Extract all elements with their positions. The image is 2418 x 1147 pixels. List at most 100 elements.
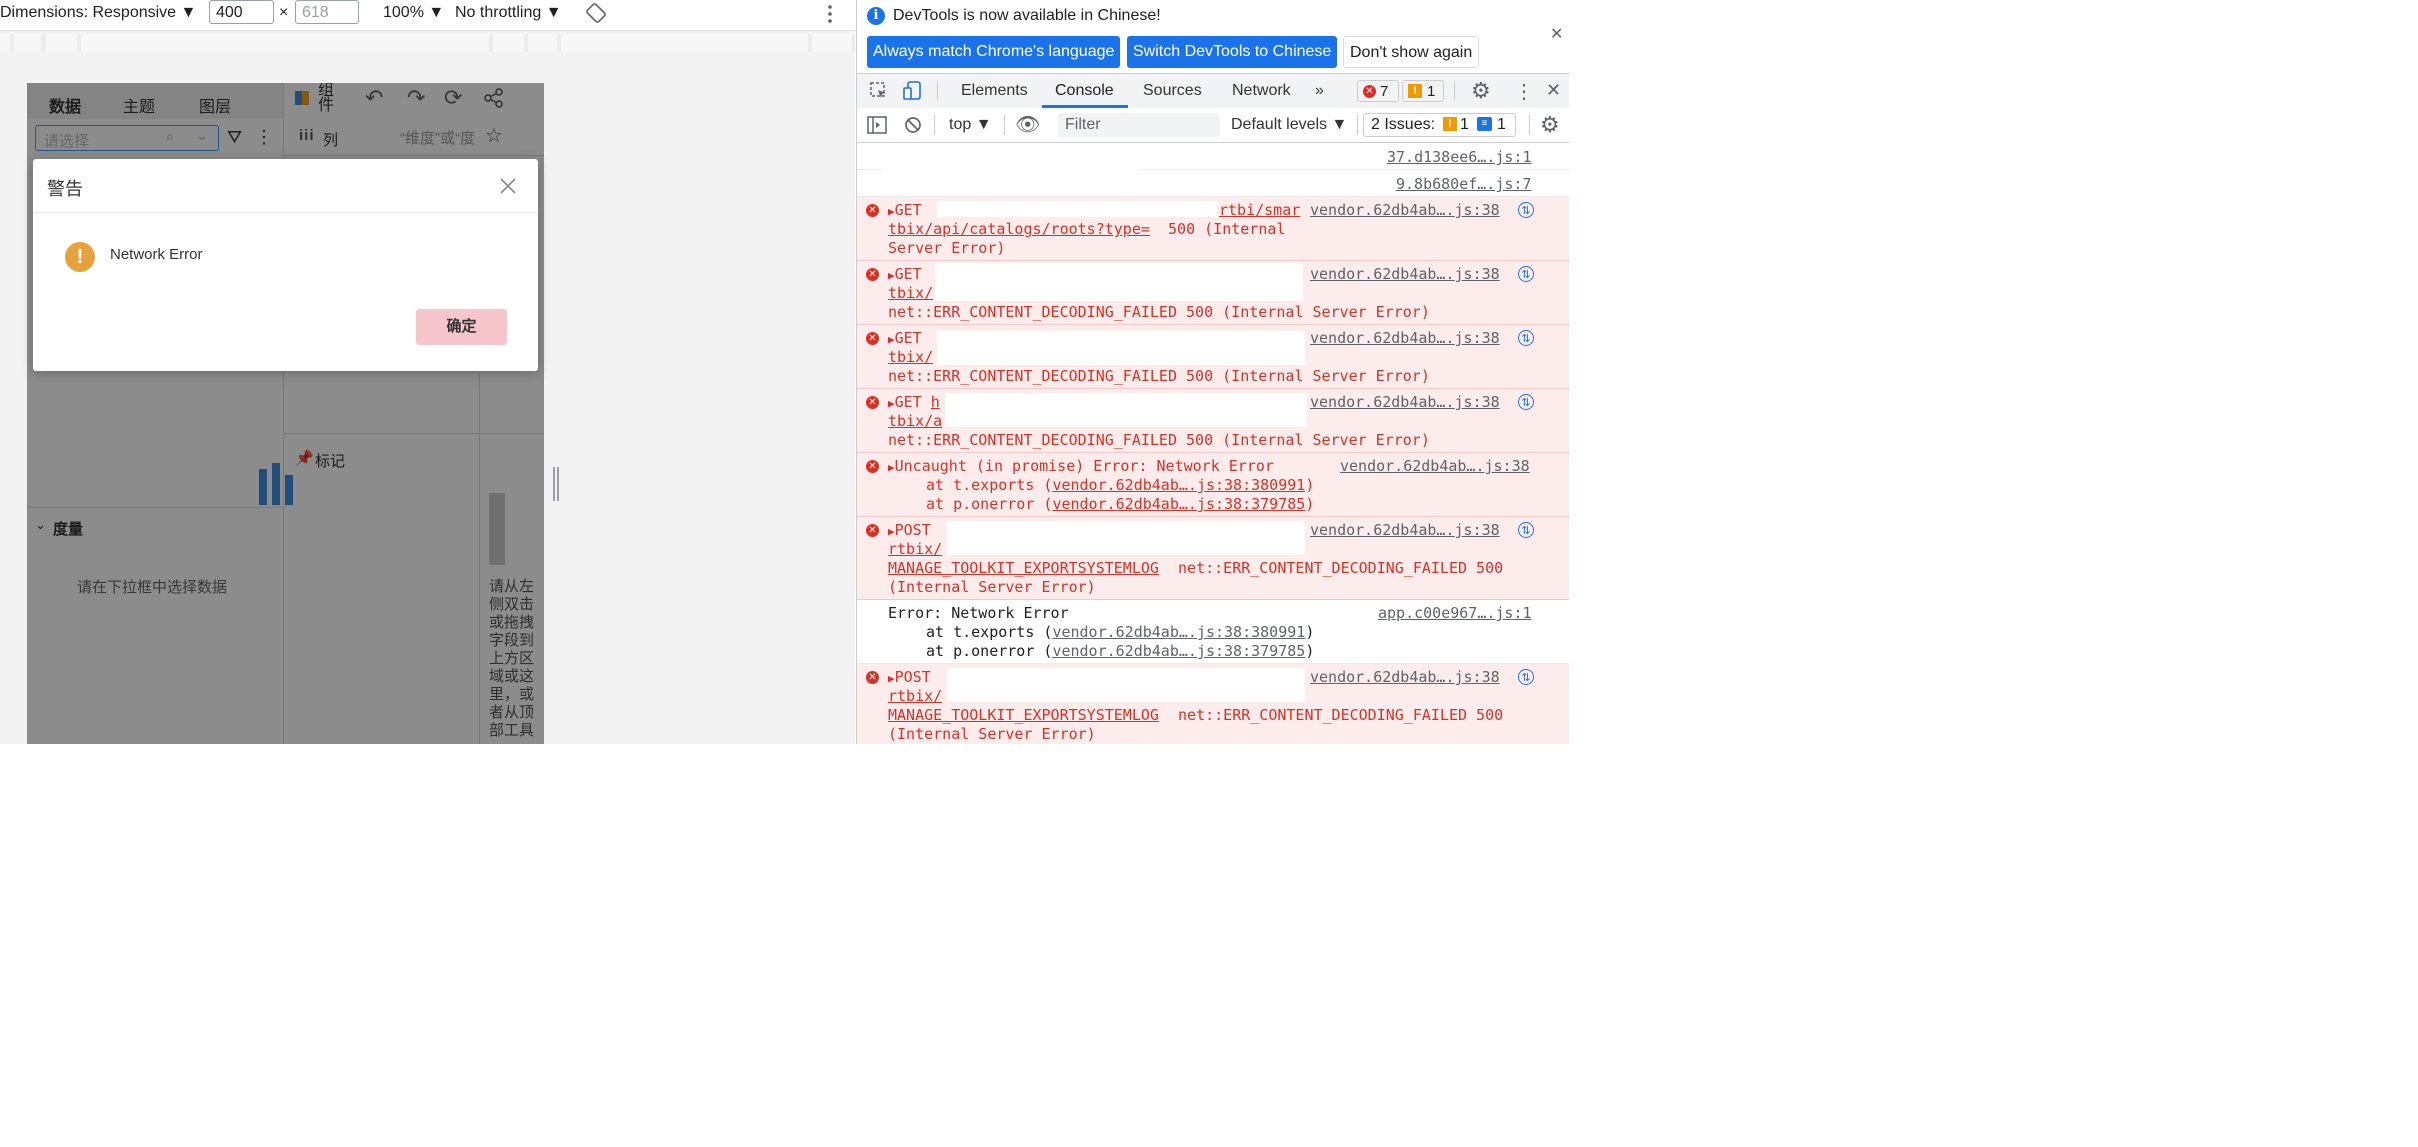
- source-link[interactable]: vendor.62db4ab….js:38: [1310, 668, 1500, 687]
- settings-gear-icon[interactable]: ⚙: [1471, 78, 1491, 104]
- source-link[interactable]: 37.d138ee6….js:1: [1387, 148, 1532, 167]
- filter-input[interactable]: Filter: [1058, 113, 1220, 137]
- dont-show-again-button[interactable]: Don't show again: [1343, 36, 1480, 68]
- error-icon: ✕: [866, 268, 879, 281]
- tab-sources[interactable]: Sources: [1143, 82, 1202, 100]
- source-link[interactable]: vendor.62db4ab….js:38: [1310, 521, 1500, 540]
- network-request-icon[interactable]: ⇅: [1518, 522, 1534, 538]
- redaction: [947, 668, 1305, 702]
- expand-triangle-icon[interactable]: ▶: [888, 672, 895, 685]
- error-text: (Internal Server Error): [888, 578, 1096, 596]
- expand-triangle-icon[interactable]: ▶: [888, 461, 895, 474]
- dimensions-dropdown[interactable]: Dimensions: Responsive ▼: [0, 4, 196, 22]
- inspect-element-icon[interactable]: [869, 81, 889, 101]
- issues-button[interactable]: 2 Issues: ! 1 ≡ 1: [1363, 113, 1516, 137]
- dialog-message: Network Error: [110, 246, 203, 263]
- confirm-button[interactable]: 确定: [416, 309, 507, 345]
- infobar-close-icon[interactable]: ✕: [1550, 24, 1563, 44]
- zoom-dropdown[interactable]: 100% ▼: [383, 4, 444, 22]
- error-text: net::ERR_CONTENT_DECODING_FAILED 500: [1169, 559, 1504, 577]
- source-link[interactable]: 9.8b680ef….js:7: [1396, 175, 1531, 194]
- tab-elements[interactable]: Elements: [961, 82, 1028, 100]
- source-link[interactable]: vendor.62db4ab….js:38: [1310, 265, 1500, 284]
- stack-link[interactable]: vendor.62db4ab….js:38:380991: [1052, 623, 1305, 641]
- network-request-icon[interactable]: ⇅: [1518, 266, 1534, 282]
- paren: ): [1305, 476, 1315, 494]
- errors-counter[interactable]: ✕ 7: [1357, 80, 1399, 102]
- expand-triangle-icon[interactable]: ▶: [888, 269, 895, 282]
- network-request-icon[interactable]: ⇅: [1518, 394, 1534, 410]
- request-url[interactable]: tbix/a: [888, 412, 942, 431]
- log-levels-dropdown[interactable]: Default levels ▼: [1231, 116, 1347, 134]
- error-text: Uncaught (in promise) Error: Network Err…: [894, 457, 1274, 475]
- height-input[interactable]: 618: [295, 0, 359, 24]
- network-request-icon[interactable]: ⇅: [1518, 202, 1534, 218]
- issues-info-icon: ≡: [1477, 117, 1492, 131]
- tab-network[interactable]: Network: [1232, 82, 1291, 100]
- error-text: (Internal Server Error): [888, 725, 1096, 743]
- error-icon: ✕: [866, 396, 879, 409]
- live-expression-eye-icon[interactable]: 👁: [1015, 112, 1040, 137]
- request-url[interactable]: rtbi/smar: [1219, 201, 1300, 220]
- issues-info-count: 1: [1497, 116, 1506, 133]
- times-sign: ×: [279, 4, 289, 21]
- throttling-dropdown[interactable]: No throttling ▼: [455, 4, 562, 22]
- source-link[interactable]: app.c00e967….js:1: [1378, 604, 1532, 623]
- log-row: Error: Network Error app.c00e967….js:1 a…: [857, 600, 1569, 664]
- console-settings-icon[interactable]: ⚙: [1540, 112, 1560, 138]
- sidebar-toggle-icon[interactable]: [867, 116, 887, 134]
- stack-link[interactable]: vendor.62db4ab….js:38:380991: [1052, 476, 1305, 494]
- network-request-icon[interactable]: ⇅: [1518, 330, 1534, 346]
- expand-triangle-icon[interactable]: ▶: [888, 205, 895, 218]
- resize-handle[interactable]: [553, 467, 559, 501]
- more-tabs-icon[interactable]: »: [1315, 82, 1324, 100]
- request-url[interactable]: tbix/api/catalogs/roots?type=: [888, 220, 1150, 239]
- tab-console[interactable]: Console: [1055, 82, 1114, 100]
- status-text: 500 (Internal: [1159, 220, 1286, 238]
- expand-triangle-icon[interactable]: ▶: [888, 397, 895, 410]
- error-text: net::ERR_CONTENT_DECODING_FAILED 500 (In…: [888, 303, 1430, 321]
- rotate-icon[interactable]: [586, 3, 606, 23]
- close-icon[interactable]: [497, 175, 519, 197]
- device-emulation-pane: Dimensions: Responsive ▼ 400 × 618 100% …: [0, 0, 855, 744]
- request-url[interactable]: tbix/: [888, 284, 933, 303]
- clear-console-icon[interactable]: [904, 116, 922, 134]
- source-link[interactable]: vendor.62db4ab….js:38: [1310, 329, 1500, 348]
- device-toolbar-icon[interactable]: [902, 80, 924, 102]
- source-link[interactable]: vendor.62db4ab….js:38: [1340, 457, 1530, 476]
- device-toolbar: Dimensions: Responsive ▼ 400 × 618 100% …: [0, 0, 855, 31]
- method: POST: [894, 668, 931, 686]
- error-icon: ✕: [866, 460, 879, 473]
- network-request-icon[interactable]: ⇅: [1518, 669, 1534, 685]
- request-url[interactable]: MANAGE_TOOLKIT_EXPORTSYSTEMLOG: [888, 559, 1159, 578]
- redaction: [947, 521, 1305, 555]
- error-row: ✕ ▶Uncaught (in promise) Error: Network …: [857, 453, 1569, 517]
- close-devtools-icon[interactable]: ✕: [1546, 80, 1561, 101]
- switch-to-chinese-button[interactable]: Switch DevTools to Chinese: [1127, 36, 1338, 68]
- method: GET: [894, 201, 922, 219]
- request-url[interactable]: tbix/: [888, 348, 933, 367]
- stack-link[interactable]: vendor.62db4ab….js:38:379785: [1052, 495, 1305, 513]
- console-log: 37.d138ee6….js:1 9.8b680ef….js:7 ✕ ▶GET …: [857, 143, 1569, 744]
- source-link[interactable]: vendor.62db4ab….js:38: [1310, 393, 1500, 412]
- method: GET: [894, 329, 922, 347]
- request-url[interactable]: MANAGE_TOOLKIT_EXPORTSYSTEMLOG: [888, 706, 1159, 725]
- always-match-language-button[interactable]: Always match Chrome's language: [867, 36, 1121, 68]
- request-url[interactable]: h: [931, 393, 940, 411]
- error-count: 7: [1380, 83, 1389, 100]
- customize-menu-icon[interactable]: ⋮: [1514, 79, 1534, 104]
- media-query-ruler[interactable]: [0, 34, 855, 52]
- expand-triangle-icon[interactable]: ▶: [888, 333, 895, 346]
- request-url[interactable]: rtbix/: [888, 687, 942, 706]
- context-selector[interactable]: top ▼: [949, 116, 992, 134]
- source-link[interactable]: vendor.62db4ab….js:38: [1310, 201, 1500, 220]
- width-input[interactable]: 400: [209, 0, 274, 24]
- warning-dialog: 警告 ! Network Error 确定: [33, 159, 538, 371]
- request-url[interactable]: rtbix/: [888, 540, 942, 559]
- warnings-counter[interactable]: ! 1: [1402, 80, 1444, 102]
- expand-triangle-icon[interactable]: ▶: [888, 525, 895, 538]
- stack-link[interactable]: vendor.62db4ab….js:38:379785: [1052, 642, 1305, 660]
- more-options-icon[interactable]: [826, 4, 834, 24]
- language-infobar: i DevTools is now available in Chinese! …: [857, 0, 1569, 72]
- stack-frame: at p.onerror (: [926, 642, 1053, 660]
